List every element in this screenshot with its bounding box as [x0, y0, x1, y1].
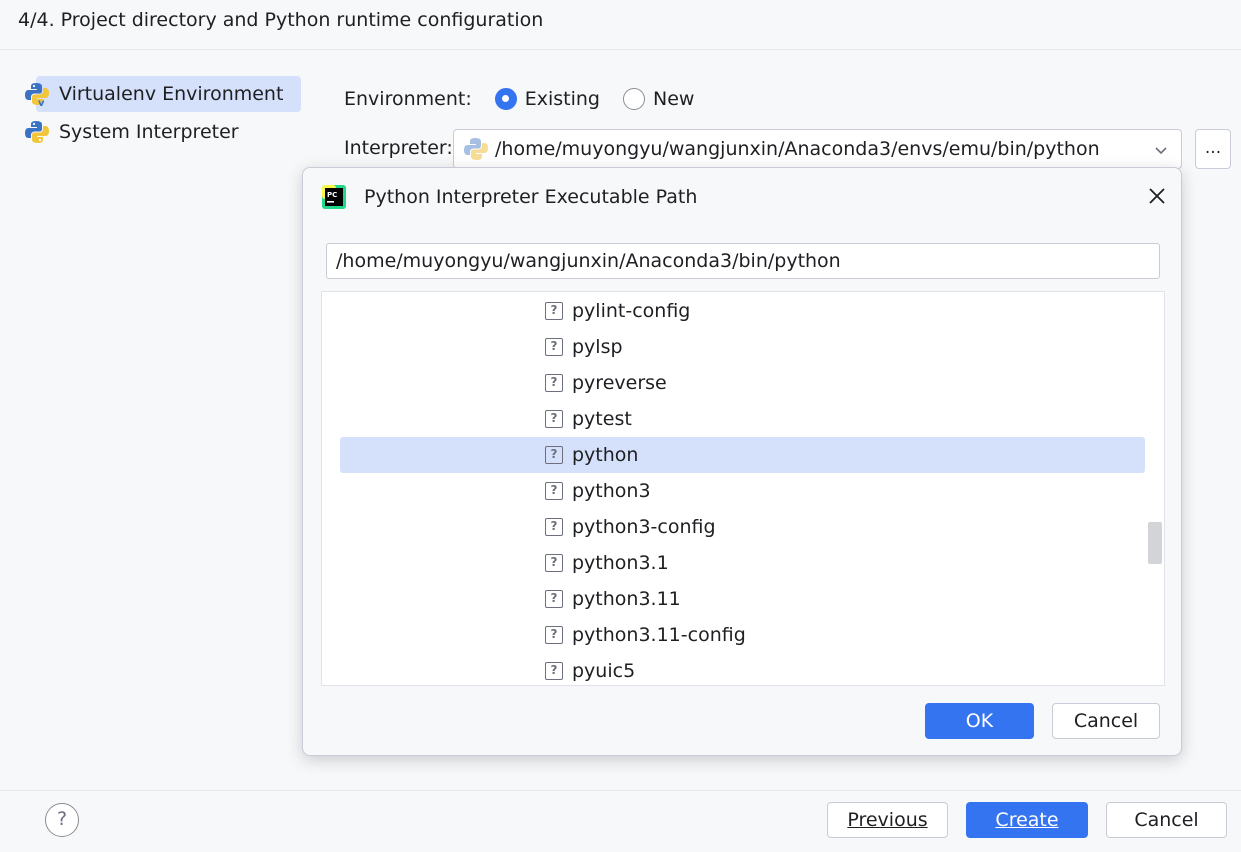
dialog-title: Python Interpreter Executable Path: [364, 186, 698, 208]
file-name: python3-config: [572, 516, 716, 538]
unknown-file-icon: ?: [545, 302, 563, 320]
unknown-file-icon: ?: [545, 662, 563, 680]
close-icon[interactable]: [1146, 185, 1168, 207]
unknown-file-icon: ?: [545, 590, 563, 608]
list-item[interactable]: ? python3.1: [340, 545, 1145, 581]
radio-new-label: New: [653, 88, 695, 110]
interpreter-combobox[interactable]: /home/muyongyu/wangjunxin/Anaconda3/envs…: [453, 129, 1182, 169]
unknown-file-icon: ?: [545, 626, 563, 644]
environment-row: Environment: Existing New: [344, 84, 694, 114]
chevron-down-icon[interactable]: [1153, 141, 1169, 157]
file-tree[interactable]: ? pylint-config ? pylsp ? pyreverse ? py…: [321, 291, 1165, 686]
svg-text:v: v: [38, 98, 45, 107]
radio-new[interactable]: New: [623, 88, 694, 110]
pycharm-icon: PC: [321, 184, 347, 210]
list-item[interactable]: ? pylsp: [340, 329, 1145, 365]
help-icon[interactable]: ?: [45, 803, 79, 837]
file-name: pylsp: [572, 336, 623, 358]
scrollbar-thumb[interactable]: [1148, 522, 1162, 564]
list-item-selected[interactable]: ? python: [340, 437, 1145, 473]
previous-button-label: Previous: [847, 809, 928, 831]
radio-existing[interactable]: Existing: [494, 88, 600, 110]
browse-interpreter-button[interactable]: ...: [1195, 129, 1231, 169]
unknown-file-icon: ?: [545, 374, 563, 392]
python-icon: [24, 119, 50, 145]
page-title: 4/4. Project directory and Python runtim…: [18, 9, 544, 31]
sidebar-item-label: Virtualenv Environment: [59, 83, 284, 105]
file-name: python3.11: [572, 588, 681, 610]
sidebar-item-system-interpreter[interactable]: System Interpreter: [22, 114, 302, 150]
file-name: pytest: [572, 408, 632, 430]
list-item[interactable]: ? pytest: [340, 401, 1145, 437]
radio-new-indicator[interactable]: [623, 88, 645, 110]
environment-label: Environment:: [344, 88, 472, 110]
sidebar-item-virtualenv[interactable]: v Virtualenv Environment: [22, 76, 302, 112]
file-name: python3.1: [572, 552, 669, 574]
unknown-file-icon: ?: [545, 482, 563, 500]
list-item[interactable]: ? pyreverse: [340, 365, 1145, 401]
create-button-label: Create: [995, 809, 1059, 831]
path-input[interactable]: [326, 243, 1160, 279]
file-name: pyreverse: [572, 372, 667, 394]
svg-text:PC: PC: [327, 191, 337, 199]
list-item[interactable]: ? pyuic5: [340, 653, 1145, 685]
file-name: pylint-config: [572, 300, 691, 322]
ok-button[interactable]: OK: [925, 703, 1034, 739]
list-item[interactable]: ? python3.11-config: [340, 617, 1145, 653]
file-name: python3.11-config: [572, 624, 746, 646]
virtualenv-icon: v: [24, 81, 50, 109]
python-icon: [463, 136, 489, 162]
list-item[interactable]: ? python3-config: [340, 509, 1145, 545]
file-name: python3: [572, 480, 651, 502]
unknown-file-icon: ?: [545, 518, 563, 536]
radio-existing-label: Existing: [524, 88, 600, 110]
dialog-cancel-button[interactable]: Cancel: [1052, 703, 1160, 739]
list-item[interactable]: ? python3: [340, 473, 1145, 509]
interpreter-label: Interpreter:: [344, 137, 453, 159]
wizard-cancel-button[interactable]: Cancel: [1106, 802, 1227, 838]
create-button[interactable]: Create: [966, 802, 1088, 838]
unknown-file-icon: ?: [545, 338, 563, 356]
file-name: pyuic5: [572, 660, 636, 682]
list-item[interactable]: ? pylint-config: [340, 293, 1145, 329]
wizard-header: 4/4. Project directory and Python runtim…: [0, 0, 1241, 50]
unknown-file-icon: ?: [545, 554, 563, 572]
sidebar-item-label: System Interpreter: [59, 121, 239, 143]
list-item[interactable]: ? python3.11: [340, 581, 1145, 617]
file-name: python: [572, 444, 639, 466]
previous-button[interactable]: Previous: [827, 802, 948, 838]
unknown-file-icon: ?: [545, 410, 563, 428]
radio-existing-indicator[interactable]: [494, 88, 517, 110]
unknown-file-icon: ?: [545, 446, 563, 464]
interpreter-value: /home/muyongyu/wangjunxin/Anaconda3/envs…: [495, 138, 1100, 160]
executable-path-dialog: PC Python Interpreter Executable Path ? …: [302, 167, 1182, 756]
